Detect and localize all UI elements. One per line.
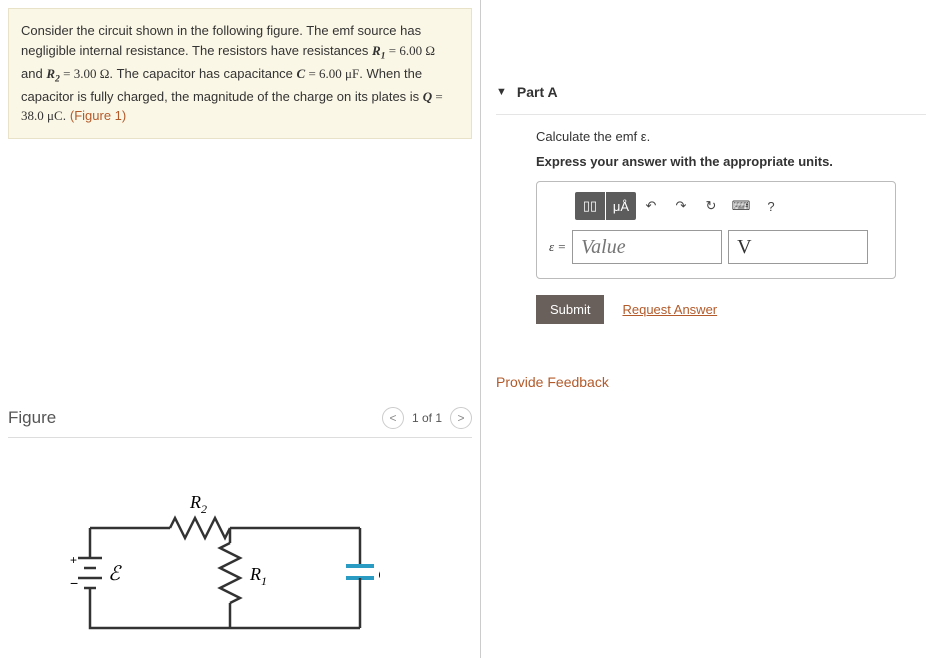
answer-box: ▯▯ μÅ ↶ ↷ ↻ ⌨ ? ε = [536, 181, 896, 279]
svg-text:R2: R2 [189, 492, 207, 516]
emf-minus-icon: − [70, 575, 78, 591]
circuit-c-label: C [378, 564, 380, 584]
figure-reference-link[interactable]: (Figure 1) [70, 108, 126, 123]
next-figure-button[interactable]: > [450, 407, 472, 429]
circuit-emf-label: ℰ [108, 563, 122, 585]
templates-button[interactable]: ▯▯ [575, 192, 605, 220]
redo-button[interactable]: ↷ [666, 192, 696, 220]
circuit-r1-label: R [249, 564, 261, 584]
value-input[interactable] [572, 230, 722, 264]
provide-feedback-link[interactable]: Provide Feedback [496, 374, 926, 390]
keyboard-button[interactable]: ⌨ [726, 192, 756, 220]
emf-plus-icon: + [70, 553, 77, 567]
circuit-r1-sub: 1 [261, 574, 267, 588]
c-symbol: C [297, 66, 306, 81]
symbols-button[interactable]: μÅ [606, 192, 636, 220]
q-symbol: Q [423, 89, 432, 104]
reset-button[interactable]: ↻ [696, 192, 726, 220]
units-instruction: Express your answer with the appropriate… [536, 154, 906, 169]
intro-text: Consider the circuit shown in the follow… [21, 23, 421, 58]
circuit-r2-label: R [189, 492, 201, 512]
r2-symbol: R [46, 66, 55, 81]
and-text: and [21, 66, 46, 81]
figure-heading: Figure [8, 408, 56, 428]
svg-text:R1: R1 [249, 564, 267, 588]
units-input[interactable] [728, 230, 868, 264]
r1-value: = 6.00 Ω [385, 43, 435, 58]
submit-button[interactable]: Submit [536, 295, 604, 324]
c-value: = 6.00 μF [305, 66, 359, 81]
figure-pager: < 1 of 1 > [382, 407, 472, 429]
help-button[interactable]: ? [756, 192, 786, 220]
answer-variable-label: ε = [549, 239, 566, 255]
circuit-r2-sub: 2 [201, 502, 207, 516]
request-answer-link[interactable]: Request Answer [622, 302, 717, 317]
problem-statement: Consider the circuit shown in the follow… [8, 8, 472, 139]
collapse-caret-icon: ▼ [496, 86, 507, 98]
part-a-header[interactable]: ▼ Part A [496, 70, 926, 115]
undo-button[interactable]: ↶ [636, 192, 666, 220]
prev-figure-button[interactable]: < [382, 407, 404, 429]
circuit-diagram: R2 R1 C ℰ + − [60, 488, 380, 651]
figure-page-indicator: 1 of 1 [412, 411, 442, 425]
r2-value: = 3.00 Ω [60, 66, 110, 81]
question-prompt: Calculate the emf ε. [536, 129, 906, 144]
part-a-title: Part A [517, 84, 558, 100]
cap-sentence: . The capacitor has capacitance [109, 66, 296, 81]
r1-symbol: R [372, 43, 381, 58]
